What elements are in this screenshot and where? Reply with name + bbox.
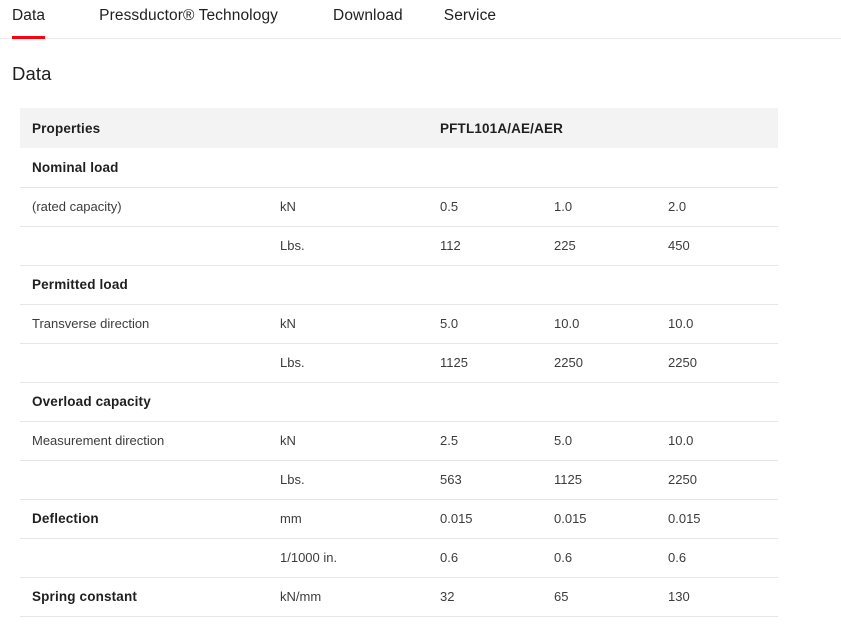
table-row: Lbs.56311252250 [20,460,778,499]
cell-value-3: 130 [668,577,778,616]
cell-value-3: 2.0 [668,187,778,226]
cell-value-3: 0.6 [668,538,778,577]
page-title: Data [12,62,841,86]
cell-unit [280,148,440,187]
cell-property: (rated capacity) [20,187,280,226]
cell-value-1 [440,265,554,304]
tab-service-label: Service [444,6,496,26]
cell-value-1: 112 [440,226,554,265]
tab-pressductor-technology-label: Pressductor® Technology [99,6,278,26]
cell-value-2: 0.015 [554,499,668,538]
cell-value-2 [554,382,668,421]
cell-value-1: 0.5 [440,187,554,226]
table-row: Lbs.112522502250 [20,343,778,382]
cell-value-1: 2.5 [440,421,554,460]
table-row: Measurement directionkN2.55.010.0 [20,421,778,460]
tab-pressductor-technology[interactable]: Pressductor® Technology [99,0,278,38]
cell-property: Overload capacity [20,382,280,421]
cell-property: Measurement direction [20,421,280,460]
active-tab-indicator [12,36,45,39]
cell-property: Nominal load [20,148,280,187]
cell-unit: Lbs. [280,460,440,499]
cell-value-1: 32 [440,577,554,616]
cell-unit: 1/1000 in. [280,538,440,577]
cell-value-2: 10.0 [554,304,668,343]
cell-value-2 [554,148,668,187]
cell-property: Transverse direction [20,304,280,343]
cell-unit: mm [280,499,440,538]
tab-data-label: Data [12,6,45,26]
cell-unit: kN/mm [280,577,440,616]
cell-unit: kN [280,187,440,226]
table-header-row: Properties PFTL101A/AE/AER [20,108,778,148]
specification-table-container: Properties PFTL101A/AE/AER Nominal load(… [20,108,778,617]
cell-value-1: 5.0 [440,304,554,343]
cell-property [20,343,280,382]
cell-unit: Lbs. [280,226,440,265]
cell-property [20,460,280,499]
cell-property [20,538,280,577]
cell-unit [280,265,440,304]
table-row: Spring constantkN/mm3265130 [20,577,778,616]
cell-value-1: 1125 [440,343,554,382]
cell-value-3: 10.0 [668,421,778,460]
column-header-model: PFTL101A/AE/AER [440,108,778,148]
cell-value-3 [668,382,778,421]
tab-bar: Data Pressductor® Technology Download Se… [0,0,841,39]
cell-property: Deflection [20,499,280,538]
tab-data[interactable]: Data [12,0,45,38]
cell-unit: kN [280,304,440,343]
cell-value-3: 0.015 [668,499,778,538]
cell-value-1 [440,148,554,187]
tab-download[interactable]: Download [333,0,403,38]
table-body: Nominal load(rated capacity)kN0.51.02.0L… [20,148,778,616]
cell-value-3: 2250 [668,460,778,499]
cell-value-3: 2250 [668,343,778,382]
cell-value-2 [554,265,668,304]
cell-property: Spring constant [20,577,280,616]
cell-value-3 [668,265,778,304]
cell-unit: kN [280,421,440,460]
cell-value-2: 225 [554,226,668,265]
table-header: Properties PFTL101A/AE/AER [20,108,778,148]
cell-value-1: 0.6 [440,538,554,577]
cell-value-3: 450 [668,226,778,265]
cell-property [20,226,280,265]
table-row: Transverse directionkN5.010.010.0 [20,304,778,343]
table-row: Deflectionmm0.0150.0150.015 [20,499,778,538]
tab-service[interactable]: Service [444,0,496,38]
table-row: (rated capacity)kN0.51.02.0 [20,187,778,226]
table-row: 1/1000 in.0.60.60.6 [20,538,778,577]
cell-value-1: 563 [440,460,554,499]
column-header-unit [280,108,440,148]
cell-value-2: 2250 [554,343,668,382]
cell-unit [280,382,440,421]
cell-unit: Lbs. [280,343,440,382]
cell-value-1 [440,382,554,421]
table-row: Nominal load [20,148,778,187]
cell-value-2: 65 [554,577,668,616]
specification-table: Properties PFTL101A/AE/AER Nominal load(… [20,108,778,617]
cell-property: Permitted load [20,265,280,304]
column-header-properties: Properties [20,108,280,148]
table-row: Permitted load [20,265,778,304]
cell-value-2: 1.0 [554,187,668,226]
cell-value-2: 5.0 [554,421,668,460]
cell-value-2: 0.6 [554,538,668,577]
cell-value-2: 1125 [554,460,668,499]
cell-value-3 [668,148,778,187]
table-row: Lbs.112225450 [20,226,778,265]
tab-download-label: Download [333,6,403,26]
cell-value-3: 10.0 [668,304,778,343]
table-row: Overload capacity [20,382,778,421]
cell-value-1: 0.015 [440,499,554,538]
